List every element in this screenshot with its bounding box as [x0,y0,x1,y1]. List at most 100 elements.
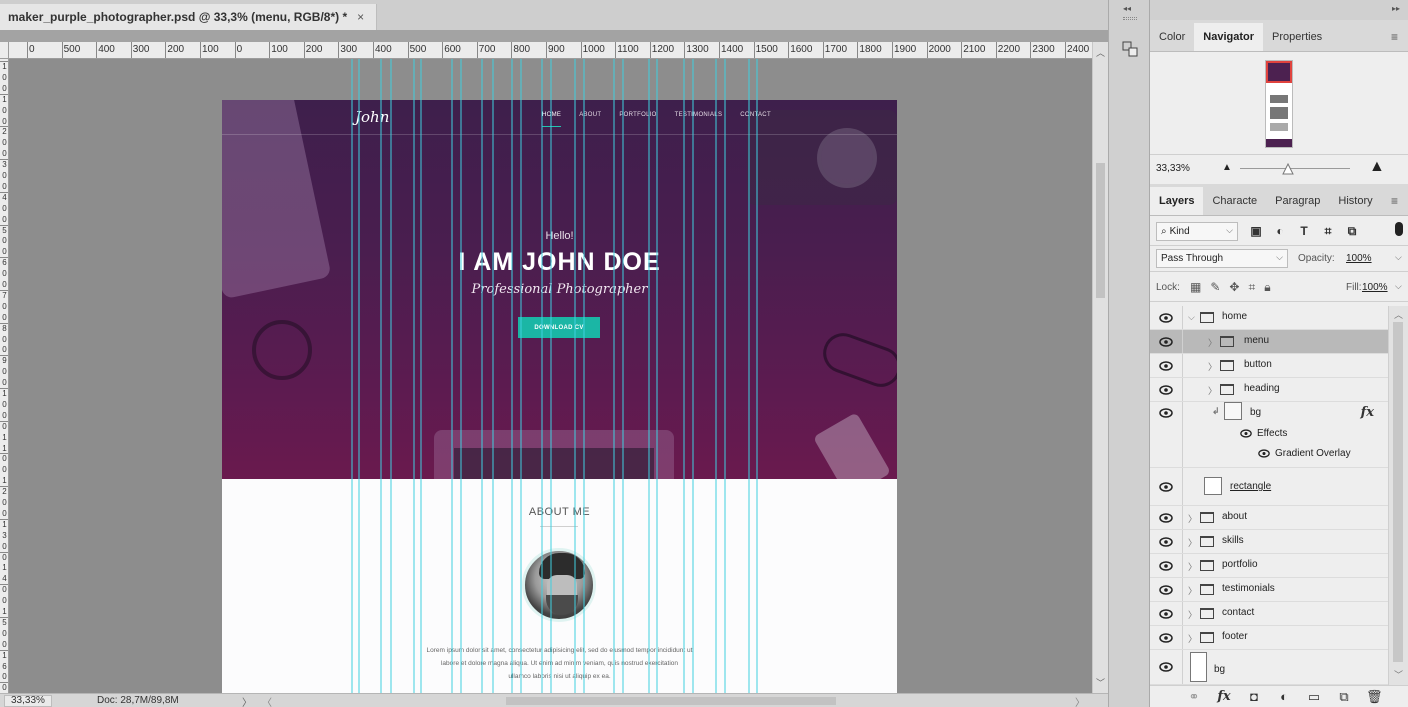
layer-row-about[interactable]: 〉 about [1150,506,1388,530]
lock-all-icon[interactable]: 🔒︎ [1264,280,1270,295]
zoom-out-icon[interactable]: ▲ [1222,162,1232,173]
tab-history[interactable]: History [1329,187,1381,215]
tab-navigator[interactable]: Navigator [1194,23,1264,51]
layer-row-rectangle[interactable]: rectangle [1150,468,1388,506]
effects-row[interactable]: Effects [1240,428,1287,439]
eye-icon[interactable] [1159,337,1173,347]
layer-row-bg-smart[interactable]: ↲ bg fx Effects Gradient Overlay [1150,402,1388,468]
filter-toggle-icon[interactable] [1395,222,1403,236]
eye-icon[interactable] [1159,662,1173,672]
eye-icon[interactable] [1240,429,1252,438]
eye-icon[interactable] [1159,537,1173,547]
scroll-right-icon[interactable]: 〉 [1075,694,1085,707]
tab-properties[interactable]: Properties [1263,23,1331,51]
document-tab[interactable]: maker_purple_photographer.psd @ 33,3% (m… [0,4,378,30]
add-fx-icon[interactable]: fx [1216,689,1232,704]
eye-icon[interactable] [1159,561,1173,571]
zoom-slider-knob[interactable] [1282,163,1294,175]
fx-icon[interactable]: fx [1361,405,1374,420]
tab-layers[interactable]: Layers [1150,187,1204,215]
lock-brush-icon[interactable]: ✎ [1210,280,1220,295]
status-menu-arrow-icon[interactable]: 〉 [242,694,252,707]
layer-row-portfolio[interactable]: 〉 portfolio [1150,554,1388,578]
canvas-vertical-scrollbar[interactable]: ︿ ﹀ [1092,42,1108,693]
filter-smart-object-icon[interactable]: ⧉ [1344,223,1360,239]
add-mask-icon[interactable]: ◘ [1246,689,1262,704]
navigator-zoom-value[interactable]: 33,33% [1156,163,1190,174]
chevron-right-icon[interactable]: 〉 [1188,608,1197,621]
site-nav-contact[interactable]: CONTACT [740,112,771,127]
drag-grip-icon[interactable] [1123,17,1137,20]
scroll-down-icon[interactable]: ﹀ [1096,676,1105,689]
vertical-ruler[interactable]: 1001002003004005006007008009001000110012… [0,59,9,693]
filter-pixel-icon[interactable]: ▣ [1248,223,1264,239]
fill-value[interactable]: 100% [1362,282,1388,293]
chevron-right-icon[interactable]: 〉 [1208,384,1217,397]
eye-icon[interactable] [1159,385,1173,395]
new-layer-icon[interactable]: ⧉ [1336,689,1352,705]
eye-icon[interactable] [1159,482,1173,492]
chevron-right-icon[interactable]: 〉 [1188,512,1197,525]
collapse-panels-icon[interactable]: ◂◂ [1123,4,1131,13]
scroll-up-icon[interactable]: ︿ [1096,46,1105,59]
lock-artboard-icon[interactable]: ⌗ [1248,280,1255,295]
tab-character[interactable]: Characte [1203,187,1266,215]
chevron-down-icon[interactable]: ⌵ [1395,281,1402,292]
lock-move-icon[interactable]: ✥ [1229,280,1239,295]
new-group-icon[interactable]: ▭ [1306,689,1322,705]
kind-filter-select[interactable]: ⌕ Kind ⌵ [1156,222,1238,241]
filter-adjustment-icon[interactable]: ◐ [1272,223,1288,239]
eye-icon[interactable] [1159,633,1173,643]
tab-paragraph[interactable]: Paragrap [1266,187,1329,215]
layers-scrollbar[interactable]: ︿ ﹀ [1388,306,1408,685]
canvas-area[interactable]: John HOME ABOUT PORTFOLIO TESTIMONIALS C… [9,59,1092,693]
chevron-right-icon[interactable]: 〉 [1188,536,1197,549]
zoom-slider-track[interactable] [1240,168,1350,169]
scroll-thumb[interactable] [1096,163,1105,298]
horizontal-scroll-thumb[interactable] [506,697,836,705]
chevron-down-icon[interactable]: ⌵ [1188,312,1195,323]
layer-row-contact[interactable]: 〉 contact [1150,602,1388,626]
chevron-right-icon[interactable]: 〉 [1208,336,1217,349]
chevron-down-icon[interactable]: ⌵ [1395,252,1402,263]
site-nav-portfolio[interactable]: PORTFOLIO [619,112,656,127]
tab-color[interactable]: Color [1150,23,1194,51]
eye-icon[interactable] [1159,513,1173,523]
chevron-right-icon[interactable]: 〉 [1188,584,1197,597]
trash-icon[interactable]: 🗑︎ [1366,689,1383,705]
layer-row-testimonials[interactable]: 〉 testimonials [1150,578,1388,602]
layer-row-heading[interactable]: 〉 heading [1150,378,1388,402]
gradient-overlay-row[interactable]: Gradient Overlay [1258,448,1351,459]
eye-icon[interactable] [1159,585,1173,595]
artboard-page[interactable]: John HOME ABOUT PORTFOLIO TESTIMONIALS C… [222,100,897,693]
adjustment-layer-icon[interactable]: ◐ [1276,689,1292,704]
scroll-down-icon[interactable]: ﹀ [1394,668,1403,681]
layers-scroll-thumb[interactable] [1393,322,1403,662]
navigator-preview[interactable] [1265,60,1293,148]
status-zoom[interactable]: 33,33% [4,695,52,707]
link-layers-icon[interactable]: ⚭ [1186,689,1202,705]
expand-panels-icon[interactable]: ▸▸ [1392,4,1400,13]
chevron-right-icon[interactable]: 〉 [1208,360,1217,373]
download-cv-button[interactable]: DOWNLOAD CV [518,317,600,338]
eye-icon[interactable] [1258,449,1270,458]
artboard-tool-icon[interactable] [1119,38,1141,60]
layer-row-skills[interactable]: 〉 skills [1150,530,1388,554]
opacity-value[interactable]: 100% [1346,253,1372,264]
layer-row-button[interactable]: 〉 button [1150,354,1388,378]
eye-icon[interactable] [1159,408,1173,418]
layer-row-footer[interactable]: 〉 footer [1150,626,1388,650]
zoom-in-icon[interactable]: ▲ [1369,158,1385,176]
scroll-left-icon[interactable]: 〈 [262,694,272,707]
scroll-up-icon[interactable]: ︿ [1394,308,1403,321]
layer-row-home[interactable]: ⌵ home [1150,306,1388,330]
filter-type-icon[interactable]: T [1296,223,1312,239]
filter-shape-icon[interactable]: ⌗ [1320,223,1336,239]
layer-row-menu[interactable]: 〉 menu [1150,330,1388,354]
lock-transparency-icon[interactable]: ▦ [1190,280,1201,295]
blend-mode-select[interactable]: Pass Through ⌵ [1156,249,1288,268]
layers-panel-menu-icon[interactable]: ≡ [1391,194,1398,208]
close-icon[interactable]: × [357,10,364,24]
site-nav-home[interactable]: HOME [542,112,562,127]
chevron-right-icon[interactable]: 〉 [1188,632,1197,645]
